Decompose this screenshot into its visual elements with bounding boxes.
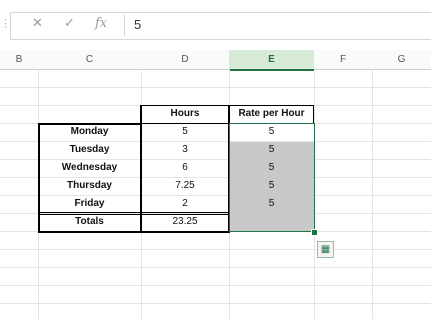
day-label[interactable]: Friday <box>38 195 141 213</box>
selection-range <box>229 123 315 232</box>
hours-cell[interactable]: 3 <box>141 141 229 159</box>
table-border <box>140 105 230 106</box>
table-border <box>313 105 314 123</box>
column-header-g[interactable]: G <box>372 50 431 70</box>
totals-hours-cell[interactable]: 23.25 <box>141 213 229 231</box>
column-header-d[interactable]: D <box>141 50 230 70</box>
table-border <box>228 105 314 106</box>
column-header-c[interactable]: C <box>38 50 142 70</box>
formula-bar-separator <box>124 14 125 36</box>
hours-cell[interactable]: 6 <box>141 159 229 177</box>
hours-header[interactable]: Hours <box>141 105 229 123</box>
grid-line <box>372 69 373 319</box>
totals-label[interactable]: Totals <box>38 213 141 231</box>
rate-header[interactable]: Rate per Hour <box>229 105 314 123</box>
close-icon[interactable]: ✕ <box>32 16 43 31</box>
check-icon[interactable]: ✓ <box>64 16 75 31</box>
table-border <box>38 212 230 213</box>
table-border <box>140 123 230 124</box>
column-header-f[interactable]: F <box>314 50 373 70</box>
day-label[interactable]: Tuesday <box>38 141 141 159</box>
grid-line <box>0 285 431 286</box>
grid-line <box>0 303 431 304</box>
day-label[interactable]: Thursday <box>38 177 141 195</box>
hours-cell[interactable]: 2 <box>141 195 229 213</box>
fx-icon[interactable]: fx <box>95 16 107 31</box>
formula-bar: ⋮ ✕ ✓ fx 5 <box>0 0 431 40</box>
column-header-b[interactable]: B <box>0 50 39 70</box>
grid-line <box>0 87 431 88</box>
table-border <box>38 123 40 232</box>
quick-analysis-icon[interactable]: ▦ <box>317 241 334 258</box>
day-label[interactable]: Wednesday <box>38 159 141 177</box>
column-header-e[interactable]: E <box>229 50 315 71</box>
table-border <box>38 123 142 125</box>
hours-cell[interactable]: 5 <box>141 123 229 141</box>
day-label[interactable]: Monday <box>38 123 141 141</box>
fill-handle[interactable] <box>311 229 318 236</box>
table-border <box>38 231 230 233</box>
table-border <box>38 214 230 215</box>
hours-cell[interactable]: 7.25 <box>141 177 229 195</box>
grid-line <box>0 249 431 250</box>
formula-input[interactable]: 5 <box>134 17 141 32</box>
grid-line <box>0 267 431 268</box>
